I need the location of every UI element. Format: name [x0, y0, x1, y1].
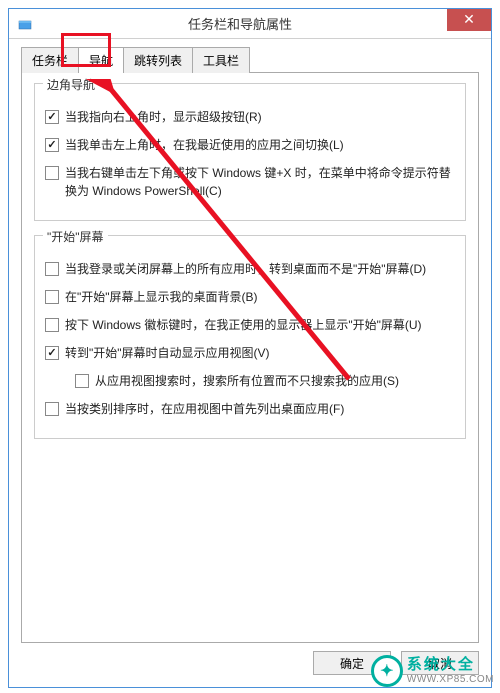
content-area: 任务栏 导航 跳转列表 工具栏 边角导航 当我指向右上角时，显示超级按钮(R)	[9, 39, 491, 643]
checkbox-switch-apps[interactable]	[45, 138, 59, 152]
checkbox-row: 当我单击左上角时，在我最近使用的应用之间切换(L)	[45, 136, 455, 154]
checkbox-label[interactable]: 当我登录或关闭屏幕上的所有应用时，转到桌面而不是"开始"屏幕(D)	[65, 260, 455, 278]
checkbox-label[interactable]: 在"开始"屏幕上显示我的桌面背景(B)	[65, 288, 455, 306]
watermark-logo-icon: ✦	[371, 655, 403, 687]
close-icon: ✕	[463, 11, 475, 28]
checkbox-search-everywhere[interactable]	[75, 374, 89, 388]
checkbox-row: 转到"开始"屏幕时自动显示应用视图(V)	[45, 344, 455, 362]
checkbox-label[interactable]: 从应用视图搜索时，搜索所有位置而不只搜索我的应用(S)	[95, 372, 455, 390]
checkbox-row: 当我右键单击左下角或按下 Windows 键+X 时，在菜单中将命令提示符替换为…	[45, 164, 455, 200]
checkbox-label[interactable]: 当我单击左上角时，在我最近使用的应用之间切换(L)	[65, 136, 455, 154]
tab-taskbar[interactable]: 任务栏	[21, 47, 79, 73]
checkbox-powershell[interactable]	[45, 166, 59, 180]
group-start-screen: "开始"屏幕 当我登录或关闭屏幕上的所有应用时，转到桌面而不是"开始"屏幕(D)…	[34, 235, 466, 439]
window-title: 任务栏和导航属性	[33, 14, 447, 33]
group-title: "开始"屏幕	[43, 228, 108, 245]
checkbox-desktop-bg[interactable]	[45, 290, 59, 304]
checkbox-label[interactable]: 当我右键单击左下角或按下 Windows 键+X 时，在菜单中将命令提示符替换为…	[65, 164, 455, 200]
checkbox-auto-appsview[interactable]	[45, 346, 59, 360]
checkbox-row: 当按类别排序时，在应用视图中首先列出桌面应用(F)	[45, 400, 455, 418]
checkbox-row: 当我指向右上角时，显示超级按钮(R)	[45, 108, 455, 126]
checkbox-row: 从应用视图搜索时，搜索所有位置而不只搜索我的应用(S)	[75, 372, 455, 390]
watermark-url: WWW.XP85.COM	[407, 674, 494, 685]
checkbox-label[interactable]: 按下 Windows 徽标键时，在我正使用的显示器上显示"开始"屏幕(U)	[65, 316, 455, 334]
tab-label: 跳转列表	[134, 54, 182, 68]
titlebar: 任务栏和导航属性 ✕	[9, 9, 491, 39]
checkbox-label[interactable]: 转到"开始"屏幕时自动显示应用视图(V)	[65, 344, 455, 362]
close-button[interactable]: ✕	[447, 9, 491, 31]
dialog-window: 任务栏和导航属性 ✕ 任务栏 导航 跳转列表 工具栏 边角导航	[8, 8, 492, 688]
checkbox-label[interactable]: 当我指向右上角时，显示超级按钮(R)	[65, 108, 455, 126]
checkbox-row: 按下 Windows 徽标键时，在我正使用的显示器上显示"开始"屏幕(U)	[45, 316, 455, 334]
checkbox-desktop-apps-first[interactable]	[45, 402, 59, 416]
tab-navigation[interactable]: 导航	[78, 47, 124, 73]
tab-label: 任务栏	[32, 54, 68, 68]
tab-label: 导航	[89, 54, 113, 68]
watermark-text: 系统大全 WWW.XP85.COM	[407, 657, 494, 685]
checkbox-boot-desktop[interactable]	[45, 262, 59, 276]
group-corner-navigation: 边角导航 当我指向右上角时，显示超级按钮(R) 当我单击左上角时，在我最近使用的…	[34, 83, 466, 221]
checkbox-show-charms[interactable]	[45, 110, 59, 124]
watermark: ✦ 系统大全 WWW.XP85.COM	[371, 655, 494, 687]
tab-strip: 任务栏 导航 跳转列表 工具栏	[21, 47, 479, 73]
watermark-title: 系统大全	[407, 657, 494, 674]
group-title: 边角导航	[43, 76, 99, 93]
tab-label: 工具栏	[203, 54, 239, 68]
tab-panel-navigation: 边角导航 当我指向右上角时，显示超级按钮(R) 当我单击左上角时，在我最近使用的…	[21, 72, 479, 643]
checkbox-label[interactable]: 当按类别排序时，在应用视图中首先列出桌面应用(F)	[65, 400, 455, 418]
checkbox-row: 在"开始"屏幕上显示我的桌面背景(B)	[45, 288, 455, 306]
tab-jumplist[interactable]: 跳转列表	[123, 47, 193, 73]
tab-toolbar[interactable]: 工具栏	[192, 47, 250, 73]
checkbox-winkey-display[interactable]	[45, 318, 59, 332]
checkbox-row: 当我登录或关闭屏幕上的所有应用时，转到桌面而不是"开始"屏幕(D)	[45, 260, 455, 278]
app-icon	[17, 16, 33, 32]
button-label: 确定	[340, 655, 364, 672]
